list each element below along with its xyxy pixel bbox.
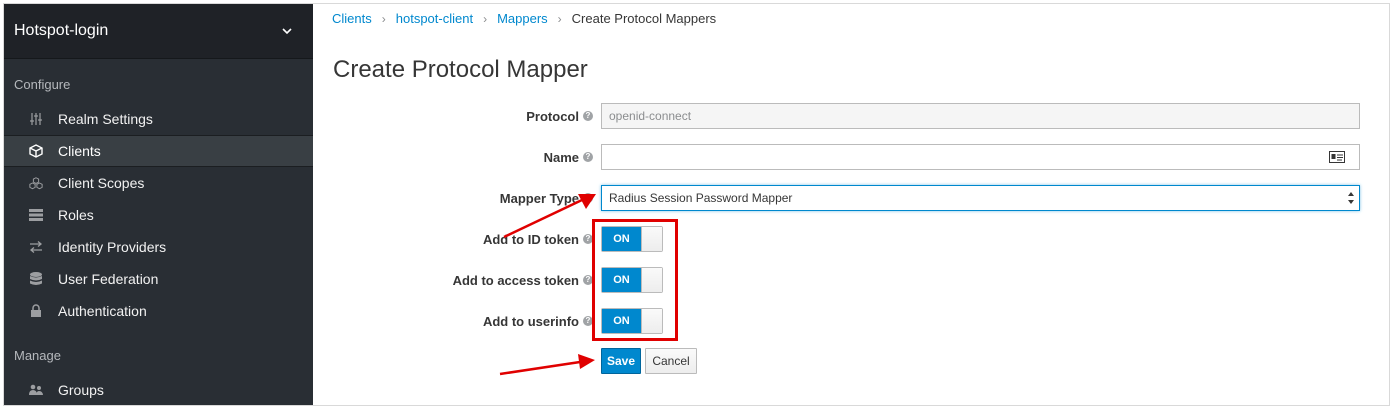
contact-card-icon[interactable] [1329,150,1345,164]
mapper-type-label-text: Mapper Type [499,190,579,206]
help-icon[interactable]: ? [583,193,593,203]
protocol-value: openid-connect [609,109,692,123]
id-token-label-text: Add to ID token [482,231,579,247]
breadcrumb-mappers[interactable]: Mappers [497,11,548,26]
protocol-label-text: Protocol [526,108,579,124]
sidebar-item-label: Realm Settings [58,111,153,127]
configure-nav: Realm Settings Clients Client Scopes Rol… [4,103,313,327]
breadcrumb-separator-icon: › [557,11,562,26]
sidebar-item-client-scopes[interactable]: Client Scopes [4,167,313,199]
sidebar-item-clients[interactable]: Clients [4,135,313,167]
sidebar-item-label: User Federation [58,271,159,287]
annotation-highlight-box [592,219,678,341]
sliders-icon [29,112,43,126]
mapper-type-select[interactable]: Radius Session Password Mapper [601,185,1360,211]
sidebar-item-label: Roles [58,207,94,223]
protocol-field: openid-connect [601,103,1360,129]
name-field[interactable] [601,144,1360,170]
cubes-icon [29,176,43,190]
id-token-label: Add to ID token ? [313,232,601,247]
userinfo-row: Add to userinfo ? ON [313,307,1389,335]
sidebar-item-groups[interactable]: Groups [4,374,313,405]
sidebar-item-identity-providers[interactable]: Identity Providers [4,231,313,263]
sidebar-item-authentication[interactable]: Authentication [4,295,313,327]
chevron-down-icon [282,28,292,35]
mapper-type-row: Mapper Type ? Radius Session Password Ma… [313,184,1389,212]
breadcrumb-hotspot-client[interactable]: hotspot-client [396,11,473,26]
sidebar-item-label: Identity Providers [58,239,167,255]
section-manage: Manage [14,348,61,363]
sidebar-item-label: Client Scopes [58,175,145,191]
userinfo-label-text: Add to userinfo [482,313,579,329]
name-input[interactable] [609,150,1359,164]
mapper-type-label: Mapper Type ? [313,191,601,206]
manage-nav: Groups [4,374,313,405]
breadcrumb-clients[interactable]: Clients [332,11,372,26]
exchange-icon [29,240,43,254]
cancel-button[interactable]: Cancel [645,348,697,374]
app-window: Hotspot-login Configure Realm Settings C… [3,3,1390,406]
users-icon [29,383,43,397]
access-token-label-text: Add to access token [452,272,579,288]
breadcrumb-current: Create Protocol Mappers [571,11,717,26]
database-icon [29,272,43,286]
breadcrumb-separator-icon: › [381,11,386,26]
sidebar-item-label: Groups [58,382,104,398]
select-arrows-icon [1348,192,1354,204]
list-icon [29,208,43,222]
save-button[interactable]: Save [601,348,641,374]
breadcrumb-separator-icon: › [483,11,488,26]
access-token-row: Add to access token ? ON [313,266,1389,294]
name-row: Name ? [313,143,1389,171]
help-icon[interactable]: ? [583,152,593,162]
name-label-text: Name [543,149,579,165]
mapper-type-value: Radius Session Password Mapper [609,191,793,205]
sidebar-item-realm-settings[interactable]: Realm Settings [4,103,313,135]
realm-name: Hotspot-login [14,22,109,39]
protocol-label: Protocol ? [313,109,601,124]
section-configure: Configure [14,77,71,92]
sidebar-item-user-federation[interactable]: User Federation [4,263,313,295]
id-token-row: Add to ID token ? ON [313,225,1389,253]
protocol-row: Protocol ? openid-connect [313,102,1389,130]
cube-icon [29,144,43,158]
sidebar: Hotspot-login Configure Realm Settings C… [4,4,313,405]
page-title: Create Protocol Mapper [333,56,588,83]
realm-selector[interactable]: Hotspot-login [4,4,313,59]
breadcrumb: Clients › hotspot-client › Mappers › Cre… [332,11,716,26]
help-icon[interactable]: ? [583,111,593,121]
main-content: Clients › hotspot-client › Mappers › Cre… [313,4,1389,405]
access-token-label: Add to access token ? [313,273,601,288]
userinfo-label: Add to userinfo ? [313,314,601,329]
sidebar-item-roles[interactable]: Roles [4,199,313,231]
sidebar-item-label: Authentication [58,303,147,319]
name-label: Name ? [313,150,601,165]
sidebar-item-label: Clients [58,143,101,159]
lock-icon [29,304,43,318]
